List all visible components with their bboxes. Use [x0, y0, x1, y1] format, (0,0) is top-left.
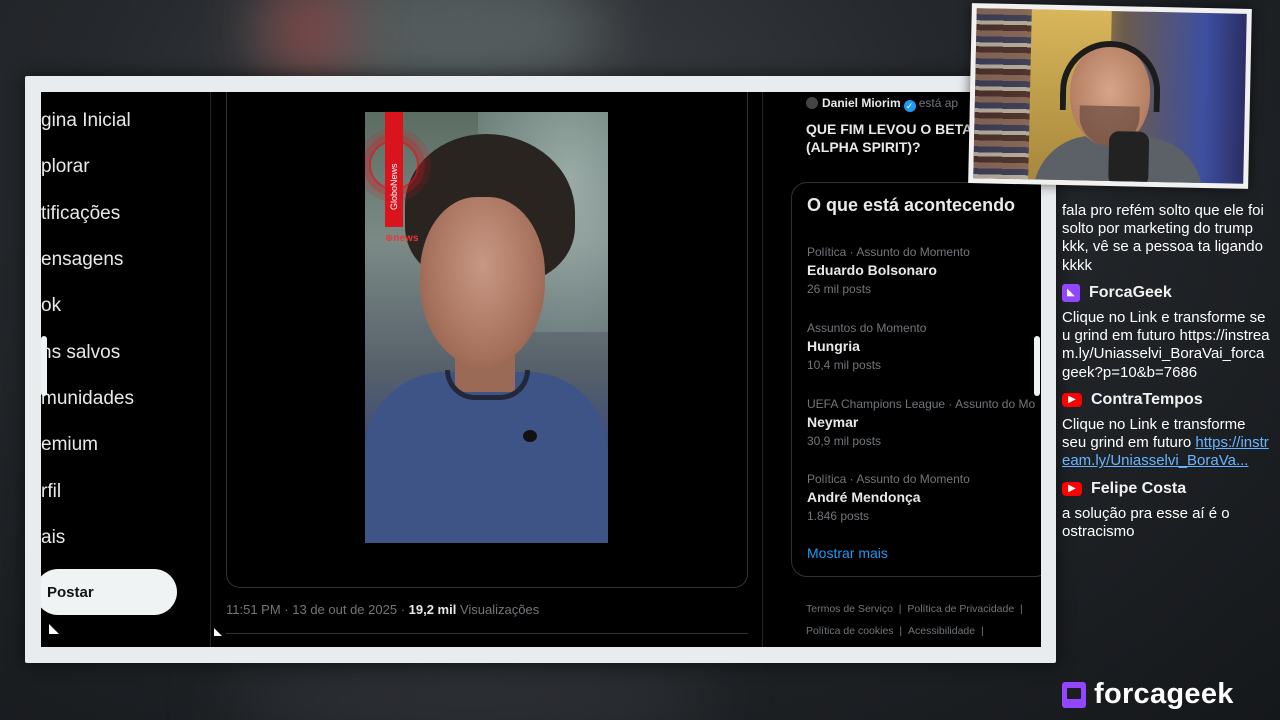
twitch-icon: ◣	[1062, 283, 1080, 302]
chat-username: ◣ ForcaGeek	[1062, 284, 1272, 302]
nav-item-home[interactable]: gina Inicial	[41, 110, 131, 132]
trend-item[interactable]: Assuntos do Momento Hungria 10,4 mil pos…	[807, 321, 1041, 372]
trend-count: 10,4 mil posts	[807, 358, 882, 372]
trend-item[interactable]: Política · Assunto do Momento Eduardo Bo…	[807, 245, 1041, 296]
post-button[interactable]: Postar	[41, 569, 177, 615]
trend-item[interactable]: UEFA Champions League · Assunto do Mo Ne…	[807, 397, 1041, 448]
tweet-date[interactable]: 13 de out de 2025	[292, 602, 397, 617]
divider	[226, 633, 748, 634]
chat-username: ▶ ContraTempos	[1062, 391, 1272, 409]
avatar	[806, 97, 818, 109]
separator: ·	[280, 602, 293, 617]
host-name: Daniel Miorim	[822, 96, 901, 110]
footer-links: Termos de Serviço | Política de Privacid…	[806, 598, 1041, 642]
video-player[interactable]: GloboNews ⊕news	[226, 92, 748, 588]
tweet-time[interactable]: 11:51 PM	[226, 602, 281, 617]
nav-item-grok[interactable]: ok	[41, 295, 61, 317]
brand-name: forcageek	[1094, 678, 1234, 710]
trend-context: Política · Assunto do Momento	[807, 472, 970, 486]
trend-context: UEFA Champions League · Assunto do Mo	[807, 397, 1036, 411]
footer-separator: |	[980, 625, 984, 637]
trend-name: André Mendonça	[807, 489, 921, 505]
trend-context: Assuntos do Momento	[807, 321, 927, 335]
chat-message: Clique no Link e transforme seu grind em…	[1062, 416, 1272, 471]
chat-message: a solução pra esse aí é o ostracismo	[1062, 504, 1230, 541]
trend-context: Política · Assunto do Momento	[807, 245, 970, 259]
screen-capture-frame: gina Inicial plorar tificações ensagens …	[25, 76, 1056, 663]
footer-separator: |	[898, 603, 902, 615]
webcam-feed	[973, 8, 1247, 184]
cursor-icon	[49, 624, 59, 634]
nav-item-premium[interactable]: emium	[41, 434, 98, 456]
footer-link-cookies[interactable]: Política de cookies	[806, 625, 894, 637]
nav-item-notifications[interactable]: tificações	[41, 203, 120, 225]
nav-item-more[interactable]: ais	[41, 527, 65, 549]
bookshelf	[973, 8, 1032, 180]
center-column: GloboNews ⊕news 11:51 PM · 13 de out de …	[212, 92, 763, 647]
nav-item-messages[interactable]: ensagens	[41, 249, 123, 271]
trend-item[interactable]: Política · Assunto do Momento André Mend…	[807, 472, 1041, 523]
show-more-link[interactable]: Mostrar mais	[807, 545, 888, 561]
trend-name: Neymar	[807, 414, 859, 430]
nav-item-explore[interactable]: plorar	[41, 156, 90, 178]
trend-name: Eduardo Bolsonaro	[807, 262, 937, 278]
nav-item-bookmarks[interactable]: ns salvos	[41, 342, 120, 364]
trend-name: Hungria	[807, 338, 860, 354]
chat-user-name: ForcaGeek	[1089, 283, 1172, 301]
youtube-icon: ▶	[1062, 392, 1082, 407]
left-navigation: gina Inicial plorar tificações ensagens …	[41, 92, 211, 647]
channel-bar-text: GloboNews	[389, 163, 399, 211]
chat-message: Clique no Link e transforme seu grind em…	[1062, 309, 1270, 381]
chat-message: fala pro refém solto que ele foi solto p…	[1062, 202, 1264, 274]
lapel-mic	[523, 430, 537, 442]
chat-username: ▶ Felipe Costa	[1062, 480, 1272, 498]
chat-user-name: Felipe Costa	[1091, 479, 1187, 497]
video-frame: GloboNews ⊕news	[365, 112, 608, 543]
youtube-icon: ▶	[1062, 481, 1082, 496]
nav-item-communities[interactable]: munidades	[41, 388, 134, 410]
footer-separator: |	[899, 625, 903, 637]
right-scrollbar[interactable]	[1034, 336, 1040, 396]
mouse-cursor-icon	[214, 628, 222, 636]
microphone-icon	[1108, 130, 1150, 184]
trend-count: 1.846 posts	[807, 509, 870, 523]
twitter-page: gina Inicial plorar tificações ensagens …	[41, 92, 1041, 647]
trends-title: O que está acontecendo	[807, 195, 1016, 215]
video-person-face	[420, 197, 545, 367]
views-count: 19,2 mil	[408, 602, 457, 617]
trend-count: 26 mil posts	[807, 282, 872, 296]
chat-user-name: ContraTempos	[1091, 390, 1203, 408]
footer-link-terms[interactable]: Termos de Serviço	[806, 603, 893, 615]
news-logo: ⊕news	[385, 233, 419, 244]
trends-panel: O que está acontecendo Política · Assunt…	[791, 182, 1041, 577]
views-label: Visualizações	[456, 602, 540, 617]
tweet-metadata: 11:51 PM · 13 de out de 2025 · 19,2 mil …	[226, 602, 539, 617]
host-status: está ap	[918, 96, 959, 110]
nav-scrollbar[interactable]	[41, 336, 47, 396]
separator: ·	[397, 602, 409, 617]
verified-icon: ✓	[903, 100, 916, 112]
background-blur-bottom	[220, 660, 720, 720]
live-chat: fala pro refém solto que ele foi solto p…	[1062, 202, 1272, 541]
twitch-glitch-icon	[1062, 681, 1086, 708]
footer-link-accessibility[interactable]: Acessibilidade	[908, 625, 975, 637]
channel-brand: forcageek	[1062, 678, 1234, 711]
nav-item-profile[interactable]: rfil	[41, 481, 61, 503]
footer-link-privacy[interactable]: Política de Privacidade	[907, 603, 1014, 615]
webcam-overlay	[968, 3, 1252, 189]
space-host[interactable]: Daniel Miorim ✓ está ap	[806, 96, 958, 112]
footer-separator: |	[1020, 603, 1023, 615]
trend-count: 30,9 mil posts	[807, 434, 882, 448]
